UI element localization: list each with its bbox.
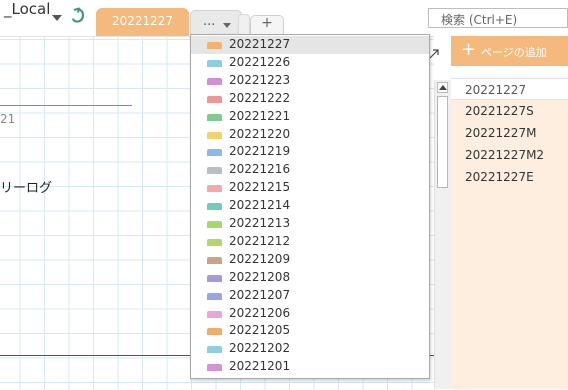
scroll-up-arrow-icon[interactable] xyxy=(437,82,448,93)
section-color-swatch xyxy=(207,95,222,103)
section-color-swatch xyxy=(207,185,222,193)
section-menu-label: 20221207 xyxy=(229,287,291,302)
section-tab-active[interactable]: 20221227 xyxy=(96,8,189,36)
page-title: 20221227M2 xyxy=(465,148,545,162)
scroll-thumb[interactable] xyxy=(437,96,448,188)
section-menu-label: 20221205 xyxy=(229,323,291,338)
section-color-swatch xyxy=(207,364,222,372)
section-color-swatch xyxy=(207,328,222,336)
section-color-swatch xyxy=(207,203,222,211)
section-menu-label: 20221202 xyxy=(229,341,291,356)
section-menu-label: 20221201 xyxy=(229,359,291,374)
section-menu-item[interactable]: 20221215 xyxy=(191,179,429,197)
section-menu-item[interactable]: 20221202 xyxy=(191,340,429,358)
more-sections-tab[interactable]: ... xyxy=(190,10,242,37)
pages-separator xyxy=(451,66,568,78)
sync-icon[interactable] xyxy=(70,7,86,25)
page-list-item[interactable]: 20221227M xyxy=(451,122,568,144)
section-menu-label: 20221227 xyxy=(229,37,291,51)
search-box[interactable] xyxy=(428,8,568,29)
section-menu-label: 20221209 xyxy=(229,251,291,266)
section-menu-label: 20221213 xyxy=(229,216,291,230)
section-menu-item[interactable]: 20221205 xyxy=(191,322,429,340)
section-menu-item[interactable]: 20221214 xyxy=(191,197,429,215)
section-color-swatch xyxy=(207,346,222,354)
note-text[interactable]: リーログ xyxy=(0,177,52,196)
section-menu-label: 20221212 xyxy=(229,233,291,248)
section-menu-item[interactable]: 20221222 xyxy=(191,90,429,108)
page-list-item[interactable]: 20221227E xyxy=(451,166,568,188)
section-color-swatch xyxy=(207,167,222,175)
section-color-swatch xyxy=(207,59,222,67)
chevron-down-icon xyxy=(223,23,231,28)
page-list-item[interactable]: 20221227M2 xyxy=(451,144,568,166)
add-section-label: + xyxy=(261,15,273,31)
section-menu-label: 20221219 xyxy=(229,144,291,159)
section-menu-item[interactable]: 20221209 xyxy=(191,251,429,269)
section-menu-item[interactable]: 20221212 xyxy=(191,233,429,251)
section-color-swatch xyxy=(207,310,222,318)
section-menu-item[interactable]: 20221227 xyxy=(191,36,429,54)
add-page-label: ページの追加 xyxy=(481,46,547,59)
section-menu-label: 20221221 xyxy=(229,108,291,123)
section-menu-item[interactable]: 20221219 xyxy=(191,143,429,161)
notebook-name[interactable]: _Local xyxy=(4,0,50,18)
notebook-dropdown-arrow-icon[interactable] xyxy=(52,15,62,21)
section-menu-item[interactable]: 20221220 xyxy=(191,126,429,144)
section-color-swatch xyxy=(207,113,222,121)
section-color-swatch xyxy=(207,292,222,300)
section-menu-item[interactable]: 20221206 xyxy=(191,305,429,323)
section-color-swatch xyxy=(207,149,222,157)
section-menu-label: 20221223 xyxy=(229,72,291,87)
page-title: 20221227S xyxy=(465,104,534,118)
note-date: 21 xyxy=(0,112,16,126)
section-color-swatch xyxy=(207,274,222,282)
section-menu-label: 20221226 xyxy=(229,54,291,69)
section-menu-label: 20221214 xyxy=(229,198,291,213)
page-title: 20221227E xyxy=(465,170,534,184)
section-menu-label: 20221206 xyxy=(229,305,291,320)
section-color-swatch xyxy=(207,77,222,85)
search-input[interactable] xyxy=(429,11,567,29)
section-menu-label: 20221215 xyxy=(229,180,291,195)
section-tab-label: 20221227 xyxy=(111,14,174,28)
section-dropdown-menu: 20221227 20221226 20221223 20221222 20221221… xyxy=(190,34,430,379)
section-color-swatch xyxy=(207,221,222,228)
section-menu-item[interactable]: 20221221 xyxy=(191,108,429,126)
plus-icon: + xyxy=(461,39,477,60)
more-sections-label: ... xyxy=(203,14,216,29)
page-title: 20221227 xyxy=(465,83,527,97)
section-color-swatch xyxy=(207,131,222,139)
add-page-button[interactable]: + ページの追加 xyxy=(451,36,568,66)
page-list-scrollbar[interactable] xyxy=(434,80,451,389)
page-list-item[interactable]: 20221227S xyxy=(451,100,568,122)
section-menu-item[interactable]: 20221223 xyxy=(191,72,429,90)
section-menu-item[interactable]: 20221201 xyxy=(191,358,429,376)
page-title: 20221227M xyxy=(465,126,537,140)
section-menu-item[interactable]: 20221208 xyxy=(191,269,429,287)
top-bar: _Local 20221227 ... + xyxy=(0,0,568,37)
section-menu-label: 20221208 xyxy=(229,269,291,284)
pages-panel: + ページの追加 20221227 20221227S 20221227M 20221… xyxy=(451,36,568,389)
section-menu-label: 20221220 xyxy=(229,126,291,141)
section-menu-label: 20221222 xyxy=(229,90,291,105)
section-menu-item[interactable]: 20221213 xyxy=(191,215,429,233)
tab-stack-edge xyxy=(238,14,250,35)
section-menu-item[interactable]: 20221207 xyxy=(191,287,429,305)
section-color-swatch xyxy=(207,256,222,264)
page-list-item[interactable]: 20221227 xyxy=(451,78,568,100)
title-underline xyxy=(0,105,132,106)
section-color-swatch xyxy=(207,42,222,49)
section-menu-item[interactable]: 20221216 xyxy=(191,161,429,179)
section-color-swatch xyxy=(207,238,222,246)
section-menu-label: 20221216 xyxy=(229,162,291,177)
section-menu-item[interactable]: 20221226 xyxy=(191,54,429,72)
